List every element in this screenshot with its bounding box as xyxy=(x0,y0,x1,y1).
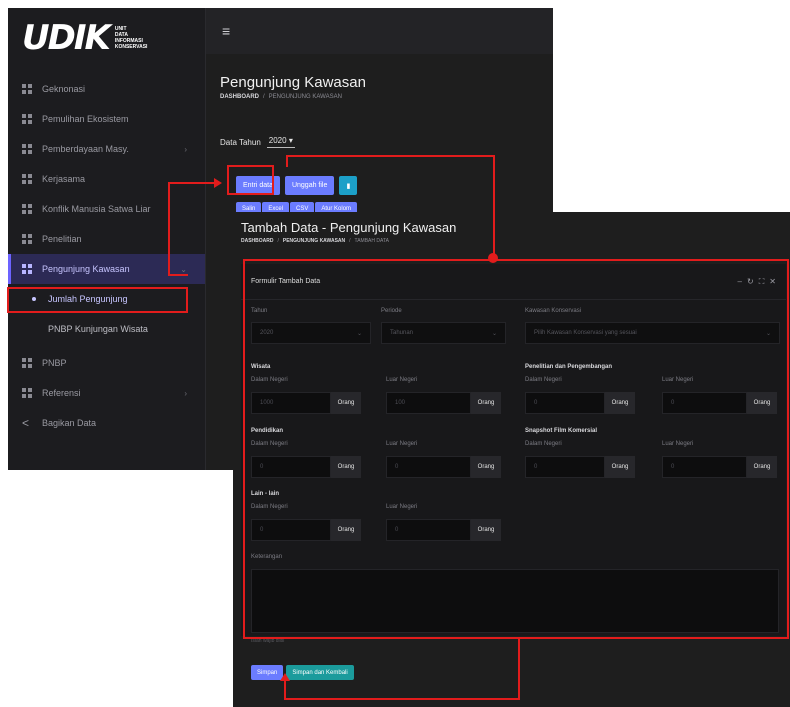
breadcrumb: DASHBOARD / PENGUNJUNG KAWASAN / TAMBAH … xyxy=(241,238,389,244)
sidebar-item-kerjasama[interactable]: Kerjasama xyxy=(8,164,205,194)
breadcrumb-item: PENGUNJUNG KAWASAN xyxy=(268,94,342,100)
chevron-right-icon: › xyxy=(184,144,187,154)
save-button[interactable]: Simpan xyxy=(251,665,284,680)
sidebar-item-pemberdayaan[interactable]: Pemberdayaan Masy. › xyxy=(8,134,205,164)
share-icon: < xyxy=(22,416,30,430)
grid-icon xyxy=(22,358,32,368)
sidebar-item-referensi[interactable]: Referensi › xyxy=(8,378,205,408)
breadcrumb-item[interactable]: PENGUNJUNG KAWASAN xyxy=(283,238,345,244)
save-and-back-button[interactable]: Simpan dan Kembali xyxy=(286,665,354,680)
form-actions: Simpan Simpan dan Kembali xyxy=(251,665,354,680)
breadcrumb-item[interactable]: DASHBOARD xyxy=(241,238,274,244)
annotation-line xyxy=(168,182,170,276)
sidebar-item-label: Bagikan Data xyxy=(42,418,97,428)
annotation-dot xyxy=(488,253,498,263)
grid-icon xyxy=(22,234,32,244)
grid-icon xyxy=(22,204,32,214)
chevron-down-icon: ⌄ xyxy=(180,264,187,274)
sidebar-item-label: Kerjasama xyxy=(42,174,86,184)
sidebar-item-label: Pengunjung Kawasan xyxy=(42,264,130,274)
highlight-entry-button xyxy=(227,165,274,195)
breadcrumb: DASHBOARD / PENGUNJUNG KAWASAN xyxy=(220,94,342,100)
grid-icon xyxy=(22,174,32,184)
grid-icon xyxy=(22,114,32,124)
sidebar-subitem-pnbp-kunjungan[interactable]: PNBP Kunjungan Wisata xyxy=(8,314,205,344)
sidebar-nav: Geknonasi Pemulihan Ekosistem Pemberdaya… xyxy=(8,74,205,438)
page-title: Pengunjung Kawasan xyxy=(220,74,366,91)
year-label: Data Tahun xyxy=(220,137,261,147)
sidebar-item-bagikan-data[interactable]: < Bagikan Data xyxy=(8,408,205,438)
hamburger-icon[interactable]: ≡ xyxy=(222,23,230,39)
sidebar-item-label: Penelitian xyxy=(42,234,82,244)
sidebar-subitem-label: PNBP Kunjungan Wisata xyxy=(48,324,148,334)
highlight-jumlah-pengunjung xyxy=(7,287,188,313)
annotation-line xyxy=(493,155,495,255)
annotation-line xyxy=(284,680,286,700)
annotation-line xyxy=(286,155,288,167)
sidebar-item-penelitian[interactable]: Penelitian xyxy=(8,224,205,254)
grid-icon xyxy=(22,144,32,154)
annotation-line xyxy=(168,182,214,184)
sidebar-item-konflik[interactable]: Konflik Manusia Satwa Liar xyxy=(8,194,205,224)
year-select[interactable]: 2020 ▾ xyxy=(266,136,295,148)
app-logo[interactable]: UDIK UNIT DATA INFORMASI KONSERVASI xyxy=(8,8,205,68)
grid-icon xyxy=(22,84,32,94)
annotation-line xyxy=(285,698,520,700)
year-filter: Data Tahun 2020 ▾ xyxy=(220,136,295,148)
form-page-title: Tambah Data - Pengunjung Kawasan xyxy=(241,220,457,235)
annotation-line xyxy=(518,639,520,700)
logo-text: UDIK xyxy=(22,18,111,58)
sidebar-item-label: Konflik Manusia Satwa Liar xyxy=(42,204,151,214)
sidebar-item-pemulihan-ekosistem[interactable]: Pemulihan Ekosistem xyxy=(8,104,205,134)
caret-down-icon: ▾ xyxy=(288,136,293,145)
grid-icon xyxy=(22,388,32,398)
breadcrumb-item: TAMBAH DATA xyxy=(354,238,389,244)
upload-file-button[interactable]: Unggah file xyxy=(284,176,335,195)
sidebar-item-label: Pemberdayaan Masy. xyxy=(42,144,129,154)
sidebar-item-pengunjung-kawasan[interactable]: Pengunjung Kawasan ⌄ xyxy=(8,254,205,284)
annotation-line xyxy=(286,155,494,157)
logo-subtitle: UNIT DATA INFORMASI KONSERVASI xyxy=(114,26,148,50)
chevron-right-icon: › xyxy=(184,388,187,398)
topbar: ≡ xyxy=(206,8,553,54)
arrow-up-icon xyxy=(280,673,290,681)
sidebar: UDIK UNIT DATA INFORMASI KONSERVASI Gekn… xyxy=(8,8,206,470)
arrow-right-icon xyxy=(214,178,222,188)
highlight-form xyxy=(243,259,789,639)
sidebar-item-geknonasi[interactable]: Geknonasi xyxy=(8,74,205,104)
sidebar-item-label: PNBP xyxy=(42,358,67,368)
grid-icon xyxy=(22,264,32,274)
sidebar-item-label: Pemulihan Ekosistem xyxy=(42,114,129,124)
sidebar-item-label: Geknonasi xyxy=(42,84,86,94)
annotation-line xyxy=(168,274,188,276)
sidebar-item-pnbp[interactable]: PNBP xyxy=(8,348,205,378)
sidebar-item-label: Referensi xyxy=(42,388,81,398)
document-icon[interactable]: ▮ xyxy=(339,176,358,195)
breadcrumb-item[interactable]: DASHBOARD xyxy=(220,94,259,100)
